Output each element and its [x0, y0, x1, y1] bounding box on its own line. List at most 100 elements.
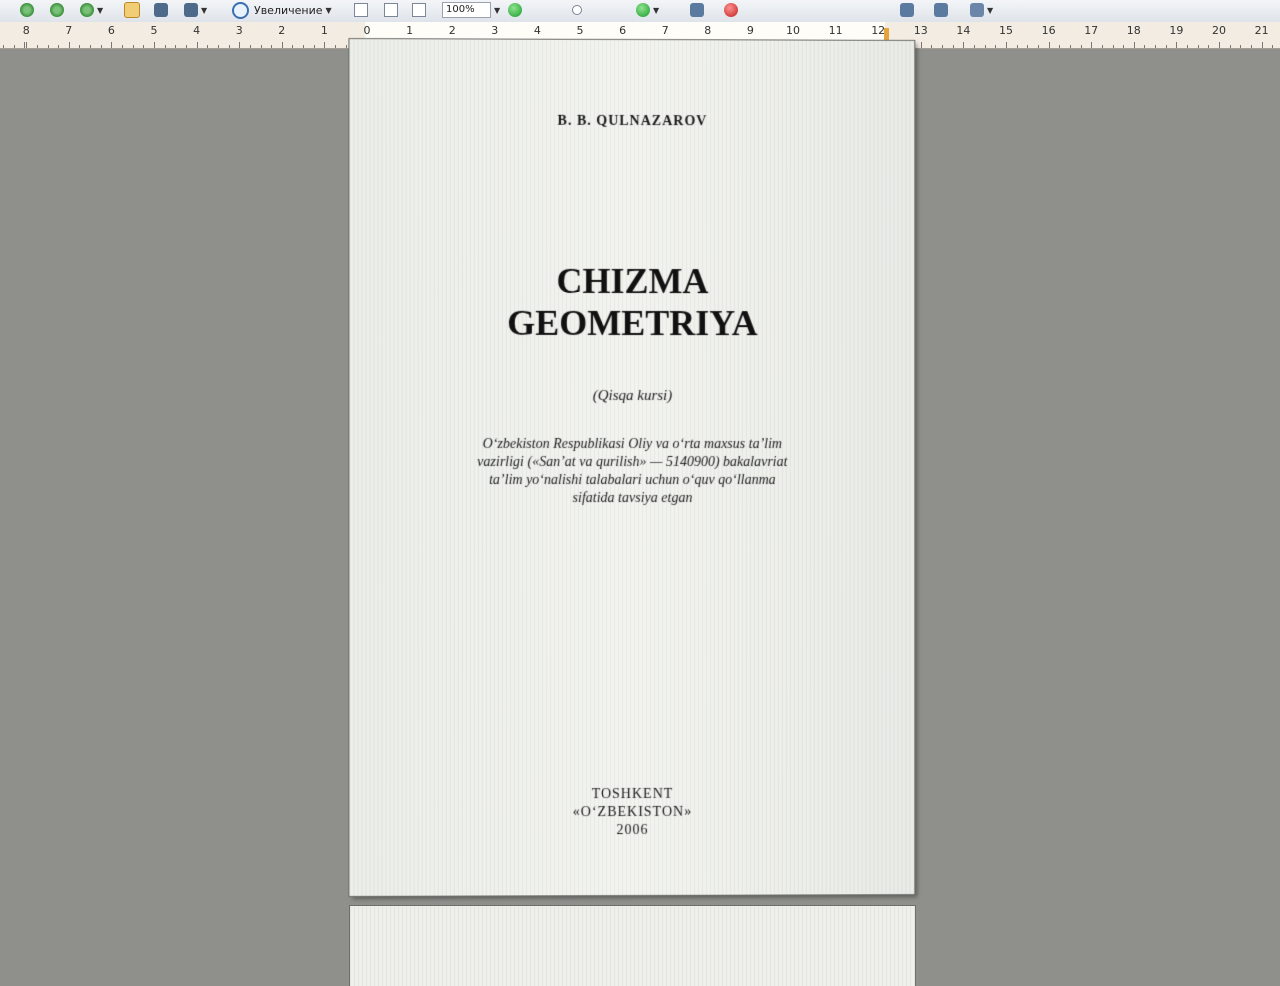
description-line: ta’lim yo‘nalishi talabalari uchun o‘quv…	[489, 472, 776, 489]
ruler-tick	[1208, 45, 1210, 48]
actual-size-icon[interactable]	[354, 2, 368, 18]
ruler-tick	[164, 45, 166, 48]
ruler-label: 16	[1041, 24, 1056, 37]
zoom-tool-button[interactable]: Увеличение ▼	[232, 1, 332, 19]
ruler-tick	[1176, 42, 1178, 48]
ruler-tick	[281, 42, 283, 48]
publication-year: 2006	[616, 822, 649, 839]
ruler-tick	[1080, 45, 1082, 48]
zoom-out-icon[interactable]: ▼	[636, 2, 659, 18]
ruler-tick	[1133, 42, 1135, 48]
undo-icon[interactable]	[20, 2, 34, 18]
select-tool-icon[interactable]	[154, 2, 168, 18]
zoom-slider-icon[interactable]	[572, 2, 582, 18]
ruler-tick	[345, 45, 347, 48]
document-page: B. B. QULNAZAROV CHIZMA GEOMETRIYA (Qisq…	[349, 39, 915, 896]
ruler-tick	[303, 45, 305, 48]
ruler-label: 2	[448, 24, 456, 37]
ruler-label: 15	[999, 24, 1013, 37]
ruler-label: 3	[491, 24, 499, 37]
ruler-tick	[217, 45, 219, 48]
ruler-label: 8	[22, 24, 30, 37]
publisher-block: TOSHKENT «O‘ZBEKISTON» 2006	[349, 785, 914, 841]
ruler-label: 21	[1254, 24, 1269, 37]
ruler-label: 9	[746, 24, 754, 37]
zoom-in-icon[interactable]	[508, 2, 522, 18]
ruler-label: 6	[107, 24, 115, 37]
toolbar: ▼ ▼ Увеличение ▼ 100% ▼ ▼ ▼	[0, 0, 1280, 23]
ruler-tick	[1016, 45, 1018, 48]
link-icon[interactable]	[690, 2, 704, 18]
ruler-tick	[185, 45, 187, 48]
hand-tool-icon[interactable]	[124, 2, 140, 18]
ruler-label: 18	[1126, 24, 1141, 37]
ruler-label: 3	[235, 24, 243, 37]
ruler-tick	[324, 42, 326, 48]
chevron-down-icon[interactable]: ▼	[494, 6, 500, 15]
ruler-tick	[1037, 45, 1039, 48]
ruler-tick	[1112, 45, 1114, 48]
book-title: CHIZMA GEOMETRIYA	[349, 260, 914, 345]
ruler-tick	[1187, 45, 1189, 48]
chevron-down-icon[interactable]: ▼	[326, 6, 332, 15]
ruler-label: 7	[65, 24, 73, 37]
zoom-tool-label: Увеличение	[254, 3, 323, 17]
ruler-label: 14	[956, 24, 971, 37]
ruler-tick	[196, 42, 198, 48]
ruler-tick	[90, 45, 92, 48]
description-line: sifatida tavsiya etgan	[572, 490, 693, 507]
description-line: O‘zbekiston Respublikasi Oliy va o‘rta m…	[482, 436, 783, 453]
ruler-tick	[143, 45, 145, 48]
ruler-tick	[1155, 45, 1157, 48]
ruler-tick	[271, 45, 273, 48]
ruler-tick	[963, 42, 965, 48]
zoom-select[interactable]: 100% ▼	[442, 2, 500, 18]
ruler-label: 6	[619, 24, 627, 37]
ruler-tick	[175, 45, 177, 48]
publisher-city: TOSHKENT	[591, 786, 674, 803]
ruler-tick	[1261, 42, 1263, 48]
zoom-icon	[232, 1, 249, 19]
ruler-label: 12	[871, 24, 886, 37]
pen-icon[interactable]: ▼	[970, 2, 993, 18]
snapshot-tool-icon[interactable]: ▼	[184, 2, 207, 18]
ruler-tick	[1123, 45, 1125, 48]
ruler-tick	[1027, 45, 1029, 48]
ruler-tick	[228, 45, 230, 48]
description: O‘zbekiston Respublikasi Oliy va o‘rta m…	[410, 436, 855, 508]
ruler-tick	[13, 45, 15, 48]
ruler-tick	[111, 42, 113, 48]
ruler-tick	[1272, 45, 1274, 48]
ruler-tick	[1240, 45, 1242, 48]
ruler-tick	[79, 45, 81, 48]
ruler-label: 5	[150, 24, 158, 37]
title-line-2: GEOMETRIYA	[507, 302, 758, 344]
ruler-tick	[1101, 45, 1103, 48]
forward-icon[interactable]: ▼	[80, 2, 103, 18]
ruler-tick	[313, 45, 315, 48]
ruler-tick	[1250, 45, 1252, 48]
back-icon[interactable]	[50, 2, 64, 18]
zoom-input[interactable]: 100%	[442, 2, 491, 18]
ruler-label: 20	[1212, 24, 1226, 37]
fit-page-icon[interactable]	[384, 2, 398, 18]
title-line-1: CHIZMA	[556, 260, 709, 302]
ruler-tick	[1091, 42, 1093, 48]
ruler-tick	[952, 45, 954, 48]
ruler-tick	[995, 45, 997, 48]
ruler-tick	[122, 45, 124, 48]
ruler-tick	[1144, 45, 1146, 48]
stop-icon[interactable]	[724, 2, 738, 18]
ruler-tick	[58, 45, 60, 48]
tool-icon[interactable]	[934, 2, 948, 18]
ruler-label: 5	[576, 24, 584, 37]
ruler-tick	[68, 42, 70, 48]
ruler-label: 17	[1084, 24, 1099, 37]
ruler-tick	[1165, 45, 1167, 48]
ruler-tick	[1069, 45, 1071, 48]
tool-icon[interactable]	[900, 2, 914, 18]
ruler-tick	[132, 45, 134, 48]
ruler-tick	[1219, 42, 1220, 48]
fit-width-icon[interactable]	[412, 2, 426, 18]
ruler-tick	[26, 42, 28, 48]
